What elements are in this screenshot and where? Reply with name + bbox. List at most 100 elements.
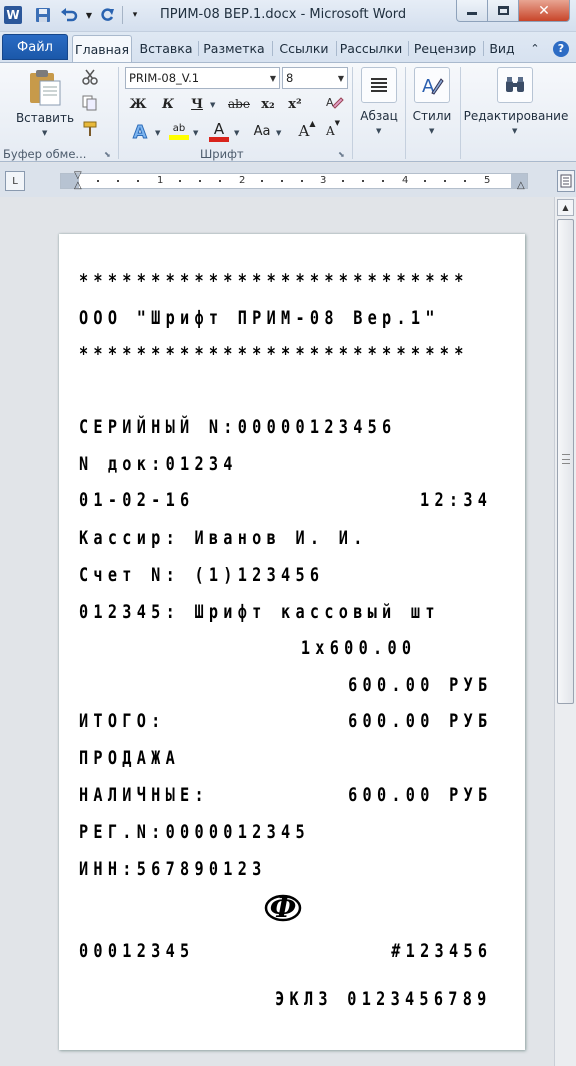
grow-font-icon: ▲ <box>309 119 316 128</box>
receipt-reg-no: РЕГ.N:0000012345 <box>79 821 310 843</box>
tab-references[interactable]: Ссылки <box>274 35 334 62</box>
change-case-dropdown-icon[interactable]: ▼ <box>276 129 281 137</box>
ruler-number: 1 <box>157 175 164 186</box>
format-painter-icon[interactable] <box>80 119 100 139</box>
vertical-scrollbar[interactable]: ▲ <box>554 197 576 1066</box>
collapse-ribbon-icon[interactable]: ⌃ <box>526 35 544 62</box>
styles-icon[interactable]: A <box>414 67 450 103</box>
receipt-item: 012345: Шрифт кассовый шт <box>79 601 440 623</box>
receipt-line-total: 600.00 РУБ <box>347 674 492 696</box>
maximize-button[interactable] <box>487 0 519 22</box>
fiscal-mark-icon: Ф <box>262 888 304 928</box>
tab-home[interactable]: Главная <box>72 35 132 62</box>
ruler-number: 2 <box>239 175 246 186</box>
font-dialog-launcher-icon[interactable]: ⬊ <box>338 150 345 159</box>
svg-text:A: A <box>133 122 147 142</box>
font-size-value: 8 <box>286 71 294 85</box>
underline-button[interactable]: Ч <box>186 93 208 115</box>
font-size-combo[interactable]: 8 ▼ <box>282 67 348 89</box>
customize-qat-icon[interactable]: ▾ <box>126 6 144 24</box>
highlight-color-swatch <box>169 134 189 140</box>
tab-page-layout[interactable]: Разметка <box>200 35 268 62</box>
ruler-number: 5 <box>484 175 491 186</box>
receipt-eklz: ЭКЛЗ 0123456789 <box>275 988 492 1010</box>
view-ruler-toggle-icon[interactable] <box>557 170 575 192</box>
superscript-button[interactable]: x² <box>283 93 307 115</box>
ribbon: Вставить ▼ Буфер обме... ⬊ PRIM-08_V.1 ▼ … <box>0 62 576 162</box>
tab-review[interactable]: Рецензир <box>410 35 480 62</box>
font-name-combo[interactable]: PRIM-08_V.1 ▼ <box>125 67 280 89</box>
fiscal-mark-letter: Ф <box>269 891 297 924</box>
hanging-indent-icon[interactable]: △ <box>74 180 82 191</box>
receipt-sale: ПРОДАЖА <box>79 747 181 769</box>
font-name-dropdown-icon[interactable]: ▼ <box>270 74 276 83</box>
subscript-button[interactable]: x₂ <box>256 93 280 115</box>
highlight-button[interactable]: ab <box>166 119 192 143</box>
copy-icon[interactable] <box>80 93 100 113</box>
font-color-dropdown-icon[interactable]: ▼ <box>234 129 239 137</box>
paragraph-dropdown-icon[interactable]: ▼ <box>376 127 381 135</box>
close-icon: ✕ <box>538 2 550 19</box>
minimize-button[interactable] <box>456 0 488 22</box>
redo-icon[interactable] <box>98 6 116 24</box>
tab-selector-button[interactable]: L <box>5 171 25 191</box>
receipt-cashier: Кассир: Иванов И. И. <box>79 527 368 549</box>
undo-dropdown-icon[interactable]: ▼ <box>80 6 98 24</box>
text-effects-dropdown-icon[interactable]: ▼ <box>155 129 160 137</box>
close-button[interactable]: ✕ <box>518 0 570 22</box>
binoculars-icon[interactable] <box>497 67 533 103</box>
receipt-stars-bottom: *************************** <box>79 343 469 365</box>
receipt-account: Счет N: (1)123456 <box>79 564 325 586</box>
paste-button[interactable] <box>24 67 66 109</box>
underline-dropdown-icon[interactable]: ▼ <box>210 101 215 109</box>
word-app-icon[interactable]: W <box>4 6 22 24</box>
change-case-button[interactable]: Aa <box>248 119 276 143</box>
paragraph-icon[interactable] <box>361 67 397 103</box>
styles-dropdown-icon[interactable]: ▼ <box>429 127 434 135</box>
undo-icon[interactable] <box>60 6 78 24</box>
receipt-cash-value: 600.00 РУБ <box>347 784 492 806</box>
styles-label[interactable]: Стили <box>408 109 456 123</box>
receipt-doc-number: 00012345 <box>79 940 195 962</box>
right-indent-icon[interactable]: △ <box>517 180 525 191</box>
ruler-number: 4 <box>402 175 409 186</box>
font-color-letter: A <box>213 119 225 138</box>
grow-font-button[interactable]: A ▲ <box>296 119 318 143</box>
window-title: ПРИМ-08 ВЕР.1.docx - Microsoft Word <box>160 7 407 22</box>
paste-label[interactable]: Вставить <box>14 111 76 125</box>
shrink-font-button[interactable]: A ▼ <box>322 119 344 143</box>
strikethrough-button[interactable]: abe <box>224 93 254 115</box>
receipt-serial: СЕРИЙНЫЙ N:00000123456 <box>79 416 397 438</box>
clipboard-group-label: Буфер обме... <box>3 147 87 161</box>
paste-dropdown-icon[interactable]: ▼ <box>42 129 47 137</box>
ribbon-tab-bar: Файл Главная Вставка Разметка Ссылки Рас… <box>0 32 576 62</box>
horizontal-ruler[interactable]: ▽ △ △ 1 2 3 4 5 <box>60 170 528 191</box>
scroll-thumb[interactable] <box>557 219 574 704</box>
title-bar: W ▼ ▾ ПРИМ-08 ВЕР.1.docx - Microsoft Wor… <box>0 0 576 32</box>
bold-button[interactable]: Ж <box>127 93 149 115</box>
tab-file[interactable]: Файл <box>2 34 68 60</box>
save-icon[interactable] <box>34 6 52 24</box>
editing-dropdown-icon[interactable]: ▼ <box>512 127 517 135</box>
tab-view[interactable]: Вид <box>484 35 520 62</box>
maximize-icon <box>497 6 509 15</box>
grow-font-letter: A <box>298 122 310 140</box>
minimize-icon <box>467 12 477 15</box>
tab-insert[interactable]: Вставка <box>136 35 196 62</box>
tab-mailings[interactable]: Рассылки <box>338 35 404 62</box>
receipt-total-value: 600.00 РУБ <box>347 710 492 732</box>
text-effects-icon[interactable]: A <box>127 119 157 143</box>
font-color-button[interactable]: A <box>206 119 232 143</box>
editing-label[interactable]: Редактирование <box>462 109 570 123</box>
help-icon[interactable]: ? <box>550 35 572 62</box>
clipboard-dialog-launcher-icon[interactable]: ⬊ <box>104 150 111 159</box>
cut-icon[interactable] <box>80 67 100 87</box>
highlight-letters: ab <box>172 122 186 134</box>
receipt-check-number: #123456 <box>390 940 492 962</box>
font-size-dropdown-icon[interactable]: ▼ <box>338 74 344 83</box>
paragraph-label[interactable]: Абзац <box>354 109 404 123</box>
highlight-dropdown-icon[interactable]: ▼ <box>193 129 198 137</box>
italic-button[interactable]: К <box>157 93 179 115</box>
scroll-up-icon[interactable]: ▲ <box>557 199 574 216</box>
clear-formatting-icon[interactable]: A <box>322 93 346 115</box>
